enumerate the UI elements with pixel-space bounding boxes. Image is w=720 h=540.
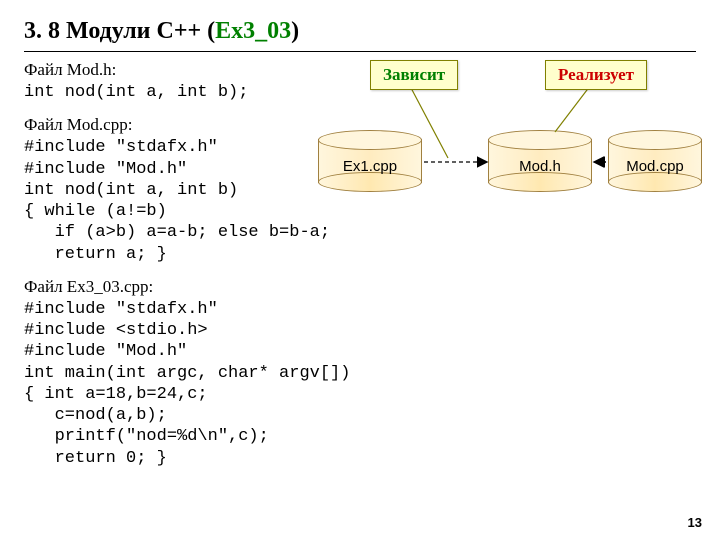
title-prefix: 3. 8 Модули С++ ( [24,18,215,44]
cylinder-modcpp: Mod.cpp [608,130,702,192]
ex-label: Файл Ex3_03.cpp: [24,277,696,297]
cylinder-modh-label: Mod.h [488,158,592,175]
page-number: 13 [688,515,702,530]
title-ex: Ex3_03 [215,18,291,44]
slide-title: 3. 8 Модули С++ (Ex3_03) [24,18,696,45]
ex-block: Файл Ex3_03.cpp: #include "stdafx.h" #in… [24,277,696,469]
cylinder-ex-label: Ex1.cpp [318,158,422,175]
cylinder-modcpp-label: Mod.cpp [608,158,702,175]
cylinder-ex: Ex1.cpp [318,130,422,192]
cylinder-modh: Mod.h [488,130,592,192]
divider [24,51,696,52]
ex-code: #include "stdafx.h" #include <stdio.h> #… [24,299,696,469]
title-suffix: ) [291,18,299,44]
callout-implements: Реализует [545,60,647,90]
callout-depends: Зависит [370,60,458,90]
